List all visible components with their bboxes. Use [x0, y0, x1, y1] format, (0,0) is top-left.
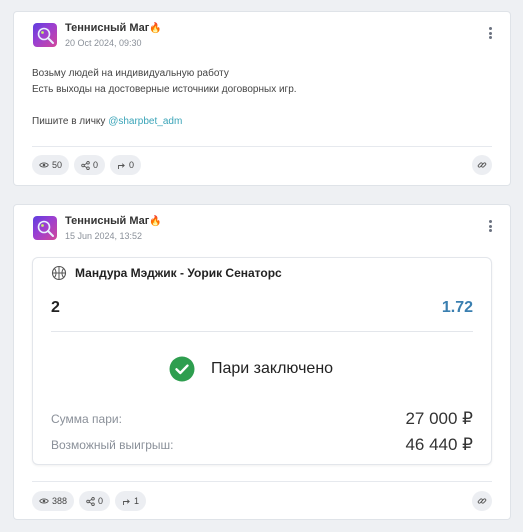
copy-link-button[interactable] — [472, 491, 492, 511]
repost-counter[interactable]: 1 — [115, 491, 147, 511]
bet-odds: 1.72 — [441, 299, 473, 316]
basketball-icon — [51, 265, 67, 281]
post-text-line — [32, 98, 492, 114]
link-icon — [477, 498, 487, 504]
more-options-icon[interactable] — [488, 27, 492, 39]
eye-icon — [39, 162, 49, 168]
post-card: Теннисный Маг🔥 15 Jun 2024, 13:52 Мандур… — [13, 204, 511, 520]
bet-outcome: 2 — [51, 299, 60, 316]
bet-status: Пари заключено — [211, 360, 334, 377]
avatar-tennis-logo — [37, 27, 54, 44]
link-icon — [477, 162, 487, 168]
post-stats: 50 0 0 — [32, 155, 142, 175]
repost-counter[interactable]: 0 — [110, 155, 142, 175]
post-text-line: Есть выходы на достоверные источники дог… — [32, 84, 297, 95]
post-text-line: Пишите в личку @sharpbet_adm — [32, 116, 183, 127]
repost-arrow-icon — [118, 162, 125, 169]
divider — [51, 331, 473, 332]
post-card: Теннисный Маг🔥 20 Oct 2024, 09:30 Возьму… — [13, 11, 511, 186]
bet-card[interactable]: Мандура Мэджик - Уорик Сенаторс 2 1.72 П… — [32, 257, 492, 465]
stake-label: Сумма пари: — [51, 412, 122, 426]
stake-value: 27 000 ₽ — [405, 409, 473, 428]
post-text: Возьму людей на индивидуальную работу Ес… — [32, 66, 492, 130]
check-circle-icon — [169, 356, 195, 382]
eye-icon — [39, 498, 49, 504]
share-icon — [86, 496, 95, 506]
fire-emoji: 🔥 — [149, 23, 162, 34]
divider — [32, 146, 492, 147]
post-date: 15 Jun 2024, 13:52 — [65, 231, 143, 241]
more-options-icon[interactable] — [488, 220, 492, 232]
post-text-line: Возьму людей на индивидуальную работу — [32, 68, 229, 79]
repost-arrow-icon — [123, 498, 130, 505]
share-counter[interactable]: 0 — [74, 155, 106, 175]
possible-win-value: 46 440 ₽ — [405, 435, 473, 454]
share-counter[interactable]: 0 — [79, 491, 111, 511]
author-avatar[interactable] — [33, 23, 57, 47]
mention-link[interactable]: @sharpbet_adm — [108, 116, 182, 127]
post-date: 20 Oct 2024, 09:30 — [65, 38, 142, 48]
fire-emoji: 🔥 — [149, 216, 162, 227]
views-counter[interactable]: 388 — [32, 491, 75, 511]
copy-link-button[interactable] — [472, 155, 492, 175]
match-title: Мандура Мэджик - Уорик Сенаторс — [75, 266, 282, 280]
share-icon — [81, 160, 90, 170]
possible-win-label: Возможный выигрыш: — [51, 438, 174, 452]
author-name[interactable]: Теннисный Маг🔥 — [65, 22, 162, 34]
post-stats: 388 0 1 — [32, 491, 147, 511]
author-avatar[interactable] — [33, 216, 57, 240]
author-name[interactable]: Теннисный Маг🔥 — [65, 215, 162, 227]
avatar-tennis-logo — [37, 220, 54, 237]
views-counter[interactable]: 50 — [32, 155, 70, 175]
divider — [32, 481, 492, 482]
